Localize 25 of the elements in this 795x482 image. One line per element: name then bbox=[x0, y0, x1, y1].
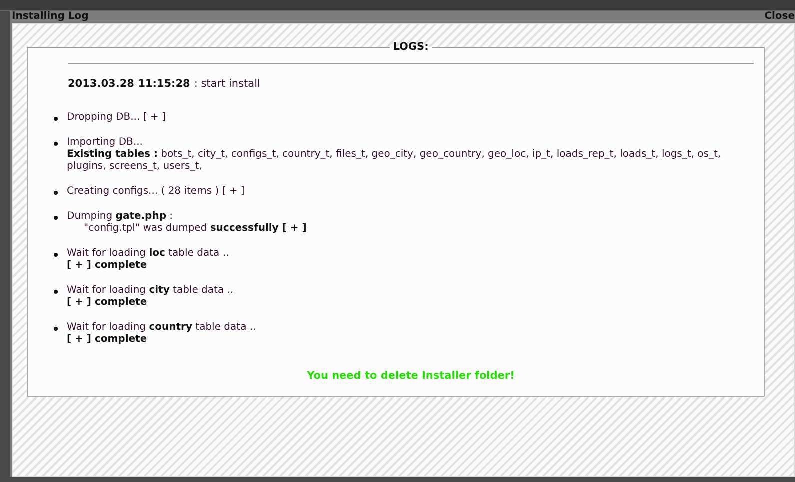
log-line: Wait for loading city table data .. bbox=[67, 285, 234, 297]
log-line: Importing DB... bbox=[67, 137, 144, 149]
log-line: Dumping gate.php : bbox=[67, 211, 174, 223]
window-title: Installing Log bbox=[12, 11, 89, 23]
warning-message: You need to delete Installer folder! bbox=[306, 370, 516, 382]
log-line: Wait for loading loc table data .. bbox=[67, 248, 230, 260]
bullet-icon bbox=[54, 290, 58, 294]
log-line: Wait for loading country table data .. bbox=[67, 322, 256, 334]
log-line: [ + ] complete bbox=[67, 334, 148, 346]
log-line: [ + ] complete bbox=[67, 260, 148, 272]
bullet-icon bbox=[54, 191, 58, 195]
bullet-icon bbox=[54, 117, 58, 121]
logs-legend: LOGS: bbox=[390, 41, 432, 53]
bullet-icon bbox=[54, 253, 58, 257]
log-line: "config.tpl" was dumped successfully [ + ] bbox=[83, 223, 307, 235]
log-line: [ + ] complete bbox=[67, 297, 148, 309]
log-line: Dropping DB... [ + ] bbox=[67, 112, 166, 124]
log-line: Existing tables : bots_t, city_t, configs_t, country_t, files_t, geo_city, geo_country, geo_loc, ip_t, loads_rep_t, loads_t, logs_t, os_t, plugins, screens_t, users_t, bbox=[67, 149, 722, 173]
log-text: : start install bbox=[194, 78, 260, 90]
bullet-icon bbox=[54, 327, 58, 331]
close-link[interactable]: Close bbox=[764, 11, 795, 23]
log-line: Creating configs... ( 28 items ) [ + ] bbox=[67, 186, 245, 198]
bullet-icon bbox=[54, 216, 58, 220]
bullet-icon bbox=[54, 142, 58, 146]
timestamp: 2013.03.28 11:15:28 bbox=[68, 78, 190, 90]
